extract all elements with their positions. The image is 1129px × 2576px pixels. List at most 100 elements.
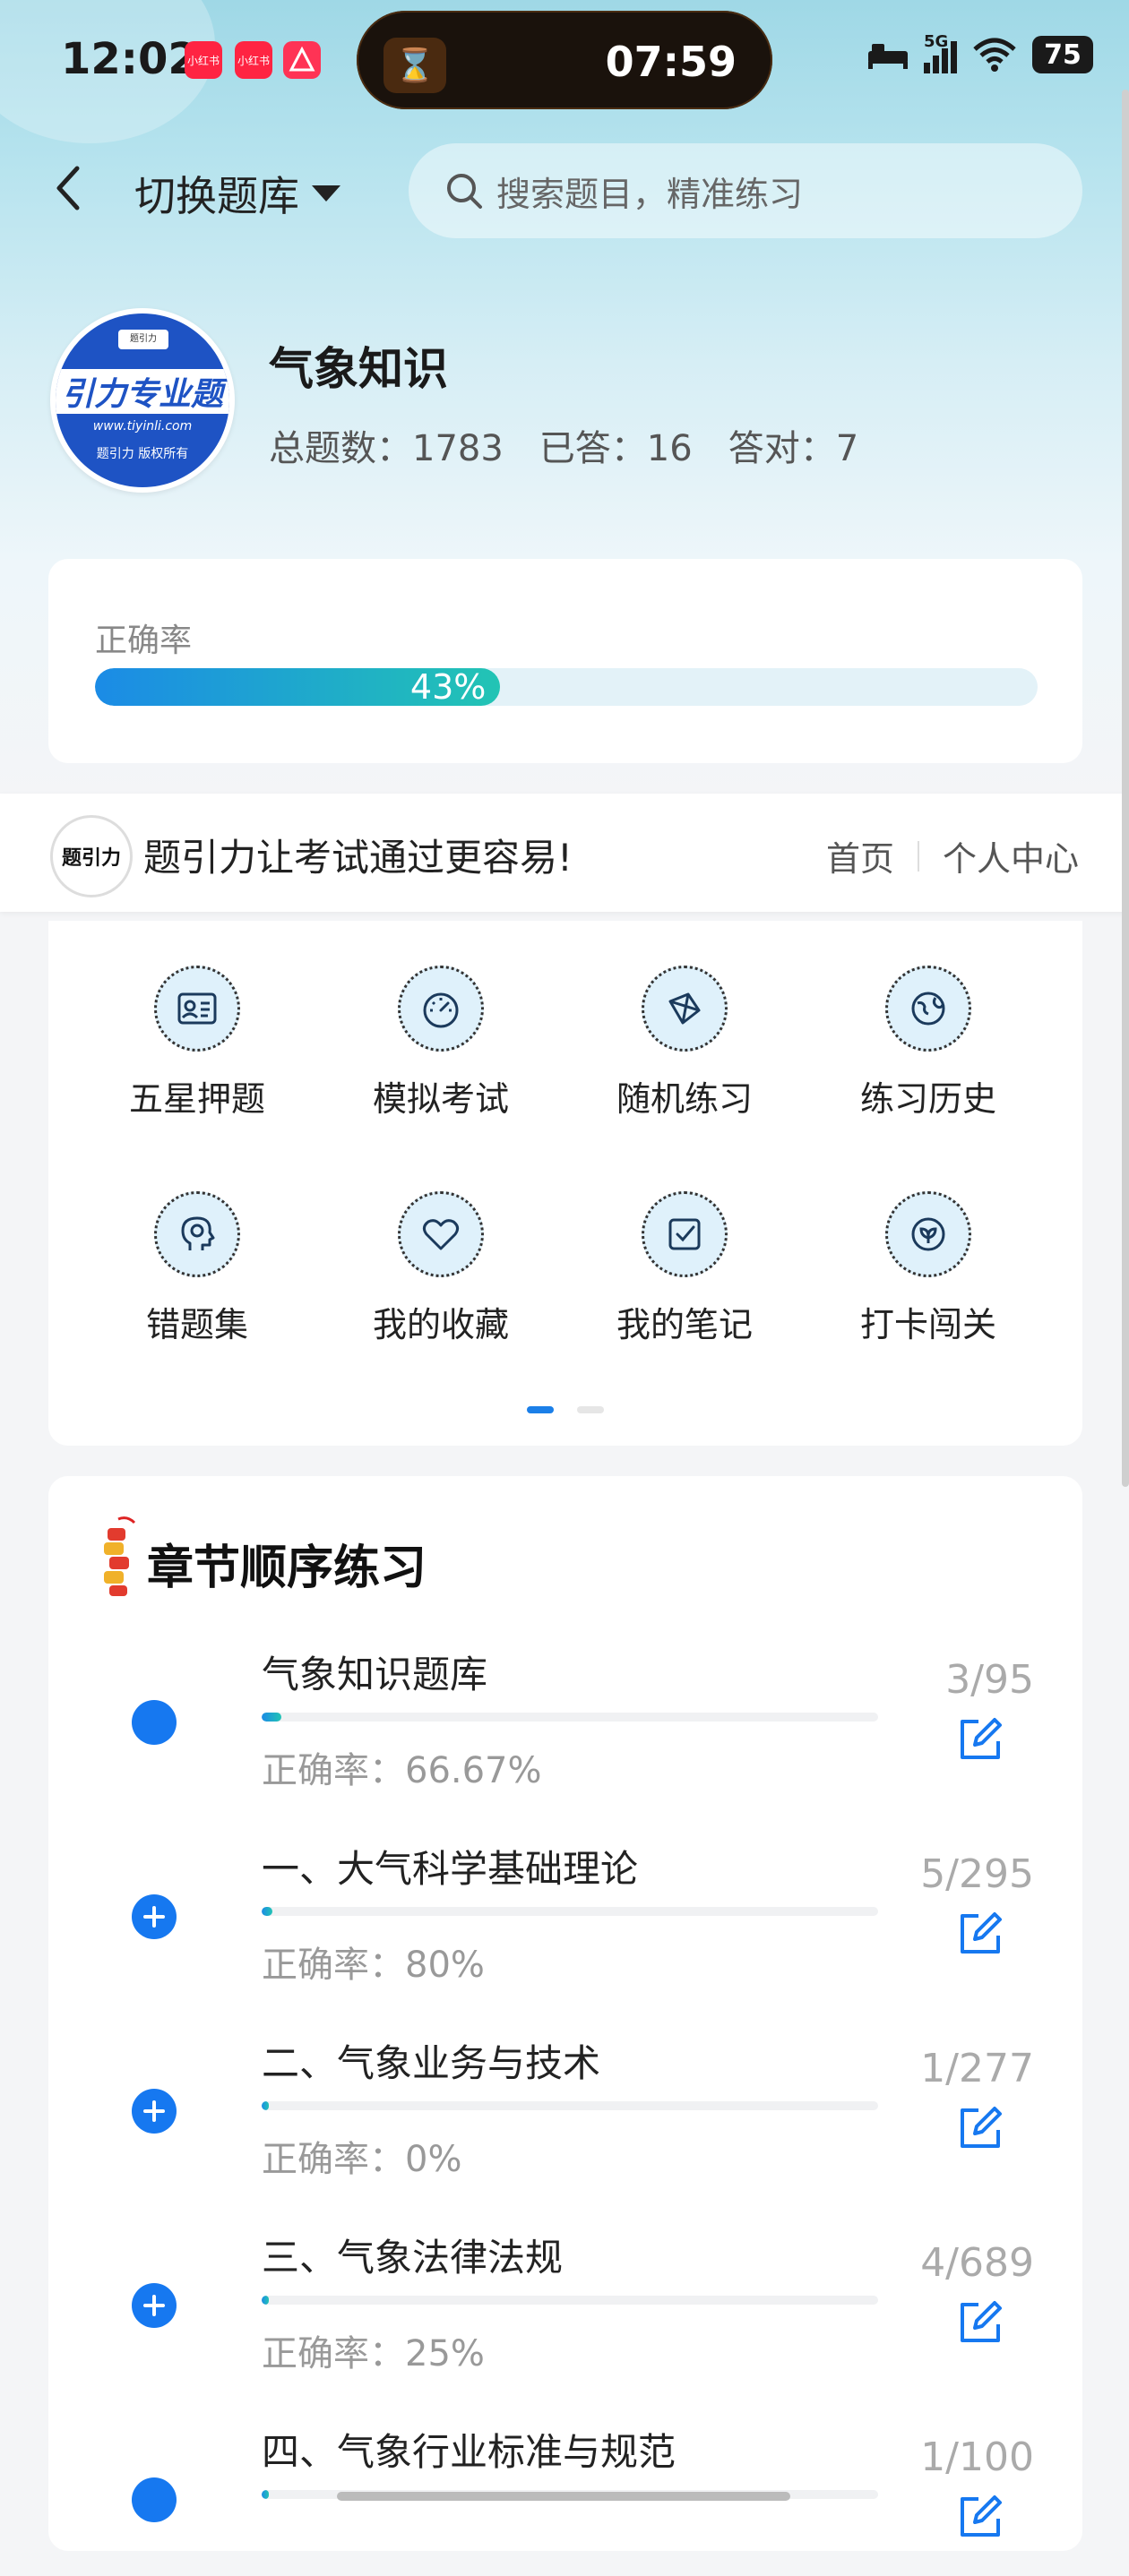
feature-wrong-answers[interactable]: 错题集 — [99, 1191, 296, 1346]
brand-logo: 题引力 — [50, 815, 133, 897]
caret-down-icon — [312, 185, 340, 202]
feature-random-practice[interactable]: 随机练习 — [586, 966, 783, 1121]
total-count: 总题数：1783 — [269, 428, 504, 469]
xiaohongshu-badge-1: 小红书 — [185, 41, 222, 79]
logo-band-text: 引力专业题 — [56, 369, 229, 414]
system-icons: 5G 75 — [866, 32, 1093, 73]
feature-history[interactable]: 练习历史 — [830, 966, 1027, 1121]
feature-label: 我的收藏 — [372, 1305, 509, 1344]
home-link[interactable]: 首页 — [826, 831, 894, 880]
status-time: 12:02 — [61, 34, 198, 84]
chapter-progress-fill — [262, 2490, 270, 2499]
expand-plus-icon[interactable] — [132, 2283, 177, 2328]
chapter-accuracy: 正确率：25% — [262, 2333, 485, 2374]
hourglass-icon: ⌛ — [384, 38, 446, 93]
page-dot-active[interactable] — [527, 1406, 554, 1413]
chapter-progress-bar — [262, 2296, 878, 2305]
chapter-item[interactable]: 一、大气科学基础理论 正确率：80% 5/295 — [48, 1814, 1082, 1993]
logo-copyright: 题引力 版权所有 — [96, 447, 189, 461]
chapter-progress-fill — [262, 1713, 282, 1722]
checkbox-icon — [642, 1191, 728, 1277]
id-card-icon — [154, 966, 240, 1052]
signal-icon: 5G — [924, 32, 957, 73]
home-indicator[interactable] — [337, 2492, 790, 2501]
chapter-accuracy: 正确率：0% — [262, 2139, 462, 2180]
chapter-count: 1/100 — [920, 2434, 1034, 2480]
edit-icon[interactable] — [953, 2490, 1007, 2544]
scrollbar[interactable] — [1122, 90, 1129, 1487]
bank-stats: 总题数：1783 已答：16 答对：7 — [269, 419, 858, 471]
answered-count: 已答：16 — [539, 428, 693, 469]
accuracy-progress-fill: 43% — [95, 668, 501, 706]
chapter-count: 4/689 — [920, 2240, 1034, 2286]
bank-title: 气象知识 — [269, 343, 448, 395]
feature-mock-exam[interactable]: 模拟考试 — [342, 966, 539, 1121]
search-placeholder: 搜索题目，精准练习 — [496, 174, 804, 214]
chapter-section-title: 章节顺序练习 — [147, 1541, 427, 1595]
chapter-dot-marker — [132, 2477, 177, 2522]
app-badge-icon — [283, 41, 321, 79]
globe-icon — [885, 966, 971, 1052]
edit-icon[interactable] — [953, 1907, 1007, 1961]
bank-logo: 题引力 引力专业题 www.tiyinli.com 题引力 版权所有 — [50, 308, 235, 493]
leaf-icon — [885, 1191, 971, 1277]
xiaohongshu-badge-2: 小红书 — [235, 41, 272, 79]
chapter-progress-bar — [262, 2101, 878, 2110]
expand-plus-icon[interactable] — [132, 1894, 177, 1939]
chapter-name: 一、大气科学基础理论 — [262, 1847, 639, 1891]
search-input[interactable]: 搜索题目，精准练习 — [409, 143, 1082, 238]
accuracy-label: 正确率 — [95, 623, 193, 659]
chapter-accuracy: 正确率：66.67% — [262, 1750, 542, 1791]
correct-count: 答对：7 — [728, 428, 859, 469]
feature-notes[interactable]: 我的笔记 — [586, 1191, 783, 1346]
page-indicator — [527, 1406, 604, 1413]
chapter-item[interactable]: 四、气象行业标准与规范 1/100 — [48, 2397, 1082, 2576]
feature-label: 我的笔记 — [616, 1305, 753, 1344]
heart-icon — [398, 1191, 484, 1277]
feature-label: 五星押题 — [128, 1079, 265, 1119]
feature-label: 练习历史 — [859, 1079, 996, 1119]
accuracy-percent: 43% — [409, 668, 487, 706]
feature-label: 错题集 — [145, 1305, 248, 1344]
wifi-icon — [973, 38, 1016, 72]
network-type: 5G — [924, 32, 949, 51]
search-icon — [447, 174, 482, 209]
chapter-name: 四、气象行业标准与规范 — [262, 2430, 677, 2474]
head-icon — [154, 1191, 240, 1277]
chapter-item[interactable]: 三、气象法律法规 正确率：25% 4/689 — [48, 2202, 1082, 2382]
gauge-icon — [398, 966, 484, 1052]
chapter-dot-marker — [132, 1700, 177, 1745]
chapter-item[interactable]: 气象知识题库 正确率：66.67% 3/95 — [48, 1619, 1082, 1799]
chapter-progress-bar — [262, 1713, 878, 1722]
feature-favorites[interactable]: 我的收藏 — [342, 1191, 539, 1346]
logo-mini-brand: 题引力 — [118, 330, 168, 349]
switch-bank-label: 切换题库 — [134, 172, 299, 220]
chapter-count: 5/295 — [920, 1851, 1034, 1897]
link-divider — [917, 840, 919, 872]
expand-plus-icon[interactable] — [132, 2089, 177, 2134]
chapter-accuracy: 正确率：80% — [262, 1945, 485, 1986]
accuracy-card: 正确率 43% — [48, 559, 1082, 763]
feature-five-star[interactable]: 五星押题 — [99, 966, 296, 1121]
edit-icon[interactable] — [953, 2101, 1007, 2155]
island-timer: 07:59 — [605, 38, 737, 86]
edit-icon[interactable] — [953, 1713, 1007, 1766]
back-arrow-icon[interactable] — [50, 161, 86, 215]
feature-label: 随机练习 — [616, 1079, 753, 1119]
chapter-progress-fill — [262, 1907, 272, 1916]
edit-icon[interactable] — [953, 2296, 1007, 2349]
banner-slogan: 题引力让考试通过更容易! — [143, 836, 573, 880]
chapter-practice-card: 章节顺序练习 气象知识题库 正确率：66.67% 3/95 一、大气科学基础理论… — [48, 1476, 1082, 2551]
dynamic-island[interactable]: ⌛ 07:59 — [357, 11, 772, 109]
chapter-item[interactable]: 二、气象业务与技术 正确率：0% 1/277 — [48, 2008, 1082, 2187]
profile-link[interactable]: 个人中心 — [943, 831, 1079, 880]
feature-checkin[interactable]: 打卡闯关 — [830, 1191, 1027, 1346]
firecracker-icon — [104, 1516, 136, 1596]
promo-banner: 题引力 题引力让考试通过更容易! 首页 个人中心 — [0, 794, 1129, 912]
chapter-progress-fill — [262, 2101, 270, 2110]
chapter-count: 1/277 — [920, 2046, 1034, 2091]
switch-bank-dropdown[interactable]: 切换题库 — [134, 164, 340, 223]
chapter-name: 三、气象法律法规 — [262, 2236, 564, 2280]
page-dot[interactable] — [577, 1406, 604, 1413]
feature-label: 模拟考试 — [372, 1079, 509, 1119]
